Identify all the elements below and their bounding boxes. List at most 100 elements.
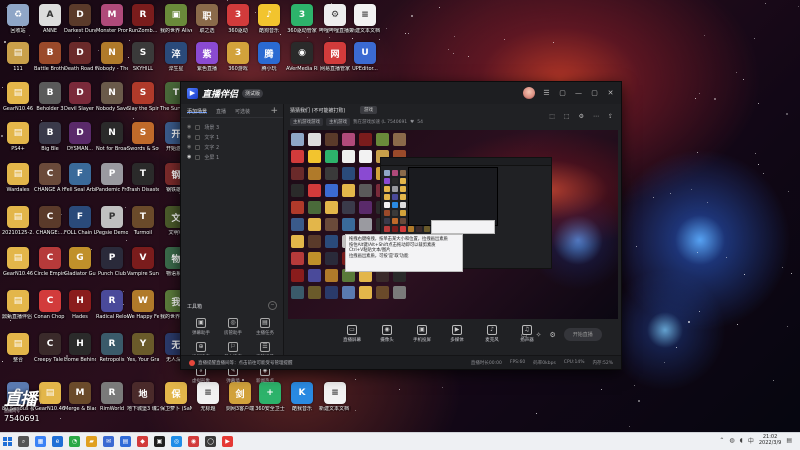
desktop-icon[interactable]: N Nobody Saves the... [96, 82, 128, 112]
desktop-icon[interactable]: R Retropolis [96, 333, 128, 363]
settings-icon[interactable]: ⚙ [579, 113, 584, 120]
desktop-icon[interactable]: 保保卫萝卜 (SaNOMa... [160, 382, 192, 412]
toolbox-collapse-icon[interactable]: − [268, 301, 277, 310]
desktop-icon[interactable]: N Nobody - The Turna... [96, 42, 128, 72]
toolbox-item[interactable]: ▤ 主播任务 [249, 318, 281, 336]
desktop-icon[interactable]: B Big Ble [34, 122, 66, 152]
tab-optional[interactable]: 可选装 [235, 108, 250, 115]
desktop-icon[interactable]: T Turmoil [127, 206, 159, 236]
desktop-icon[interactable]: P Pandemic Frozen... [96, 163, 128, 193]
app-titlebar[interactable]: ▶ 直播伴侣 测试版 ☰ ▢ — ▢ ✕ [181, 82, 621, 104]
desktop-icon[interactable]: 淬淬生星 [160, 42, 192, 72]
desktop-icon[interactable]: C Circle Empires [34, 247, 66, 277]
desktop-icon[interactable]: C CHANGE A Homeless [34, 163, 66, 193]
desktop-icon[interactable]: ⚙ 哔哩哔哩直播姬 [319, 4, 351, 34]
desktop-icon[interactable]: G Gladiator Guild Manager [64, 247, 96, 277]
eye-icon[interactable]: ◉ [187, 134, 191, 140]
user-avatar[interactable] [523, 87, 535, 99]
desktop-icon[interactable]: D Darkest Dungeon® [64, 4, 96, 34]
desktop-icon[interactable]: S Swords & Souls Ne... [127, 122, 159, 152]
desktop-icon[interactable]: M Monster Prom [96, 4, 128, 34]
desktop-icon[interactable]: P Pegsie Demon [96, 206, 128, 236]
taskbar-app-icon[interactable]: ◯ [205, 436, 216, 447]
start-live-button[interactable]: 开始直播 [563, 328, 602, 341]
share-icon[interactable]: ⇪ [608, 113, 613, 120]
more-icon[interactable]: ⋯ [593, 113, 599, 120]
desktop-icon[interactable]: 职职之选 [191, 4, 223, 34]
desktop-icon[interactable]: D Devil Slayer Raksasi [64, 82, 96, 112]
network-icon[interactable]: ◍ [729, 437, 734, 444]
taskbar-app-icon[interactable]: e [52, 436, 63, 447]
desktop-icon[interactable]: U UPEditor... [349, 42, 381, 72]
lock-icon[interactable] [195, 124, 201, 130]
toolbox-item[interactable]: ◎ 房管助手 [217, 318, 249, 336]
desktop-icon[interactable]: 腾腾小玩 [253, 42, 285, 72]
source-button[interactable]: ♪ 麦克风 [481, 321, 503, 343]
taskbar-app-icon[interactable]: ✉ [103, 436, 114, 447]
desktop-icon[interactable]: 3 360驱动 [222, 4, 254, 34]
minimize-button[interactable]: — [574, 89, 583, 98]
eye-icon[interactable]: ◉ [187, 154, 191, 160]
desktop-icon[interactable]: ♻ 回收站 [2, 4, 34, 34]
desktop-icon[interactable]: R Radical Relocation [96, 290, 128, 320]
desktop-icon[interactable]: +360安全卫士 [254, 382, 286, 412]
desktop-icon[interactable]: 紫紫色直播 [191, 42, 223, 72]
menu-icon[interactable]: ☰ [542, 89, 551, 98]
desktop-icon[interactable]: C Conan Chop Chop [34, 290, 66, 320]
desktop-icon[interactable]: D Death Road to Canada [64, 42, 96, 72]
clock[interactable]: 21:02 2022/3/9 [759, 434, 781, 446]
stream-preview[interactable]: 拖拽右键拖拽，按单击某大小和位置，拉拽画出素质 按住Alt键/Alt+Shift… [288, 130, 618, 319]
desktop-icon[interactable]: ▤ 鼎甄直播伴侣 素材库 [2, 290, 34, 320]
desktop-icon[interactable]: ▣ 我的世界 Alive of... [160, 4, 192, 34]
desktop-icon[interactable]: F FOLL Chain Light [64, 206, 96, 236]
desktop-icon[interactable]: 地地下城堡3 魂之诗 [127, 382, 159, 412]
ime-icon[interactable]: 中 [748, 436, 754, 445]
desktop-icon[interactable]: H Hades [64, 290, 96, 320]
room-title[interactable]: 猜猜我们 (不可能被打败) [290, 107, 346, 114]
source-button[interactable]: ▣ 手机投屏 [411, 321, 433, 343]
camera-icon[interactable]: ▭ [521, 331, 528, 339]
desktop-icon[interactable]: T Trash Disaster [127, 163, 159, 193]
start-button[interactable] [0, 433, 14, 450]
desktop-icon[interactable]: F Fell Seal Arbiter's Mark [64, 163, 96, 193]
desktop-icon[interactable]: C Creepy Tale 2 [34, 333, 66, 363]
desktop-icon[interactable]: D DYSMAN... [64, 122, 96, 152]
source-button[interactable]: ▶ 多媒体 [446, 321, 468, 343]
desktop-icon[interactable]: 3 360游戏 [222, 42, 254, 72]
taskbar-app-icon[interactable]: ◉ [188, 436, 199, 447]
desktop-icon[interactable]: ▤ GearN10.46 [2, 247, 34, 277]
desktop-icon[interactable]: M Merge & Blade [64, 382, 96, 412]
taskbar-app-icon[interactable]: ⌕ [18, 436, 29, 447]
taskbar-app-icon[interactable]: ▦ [35, 436, 46, 447]
desktop-icon[interactable]: ▤ 111 [2, 42, 34, 72]
volume-icon[interactable]: ◖ [740, 437, 743, 444]
taskbar-app-icon[interactable]: ◎ [171, 436, 182, 447]
desktop-icon[interactable]: N Not for Broadcast [96, 122, 128, 152]
toolbox-item[interactable]: ▣ 弹幕助手 [185, 318, 217, 336]
room-chip[interactable]: 主机游戏 [326, 118, 350, 126]
desktop-icon[interactable]: S SKYHILL [127, 42, 159, 72]
desktop-icon[interactable]: ≡ 新建文本文档 [349, 4, 381, 34]
taskbar-app-icon[interactable]: ▶ [222, 436, 233, 447]
desktop-icon[interactable]: B Battle Brothers [34, 42, 66, 72]
desktop-icon[interactable]: ▤ GearN10.46 [2, 82, 34, 112]
tab-live[interactable]: 直播 [216, 108, 226, 115]
skin-icon[interactable]: ▢ [558, 89, 567, 98]
gear-icon[interactable]: ⚙ [550, 331, 556, 339]
desktop-icon[interactable]: ≡ 无标题 [192, 382, 224, 412]
source-button[interactable]: ◉ 摄像头 [376, 321, 398, 343]
desktop-icon[interactable]: ♪ 酷狗音乐 [253, 4, 285, 34]
desktop-icon[interactable]: ▤ 20210125-2... [2, 206, 34, 236]
desktop-icon[interactable]: C CHANGE:... [34, 206, 66, 236]
desktop-icon[interactable]: 剑剑网3客户端 [224, 382, 256, 412]
desktop-icon[interactable]: B Beholder 3 [34, 82, 66, 112]
desktop-icon[interactable]: 网网易直播管家 [319, 42, 351, 72]
desktop-icon[interactable]: ▤ PS4+ [2, 122, 34, 152]
desktop-icon[interactable]: W We Happy Few [127, 290, 159, 320]
notice-text[interactable]: 直播提醒直播间等：点击前往可能受号管理提醒 [198, 360, 293, 366]
taskbar-app-icon[interactable]: ◆ [137, 436, 148, 447]
scene-item[interactable]: ◉ 文字 2 [181, 142, 283, 152]
notification-icon[interactable]: ▤ [786, 437, 792, 444]
taskbar-app-icon[interactable]: ◔ [69, 436, 80, 447]
gift-icon[interactable]: ⬚ [549, 113, 555, 120]
